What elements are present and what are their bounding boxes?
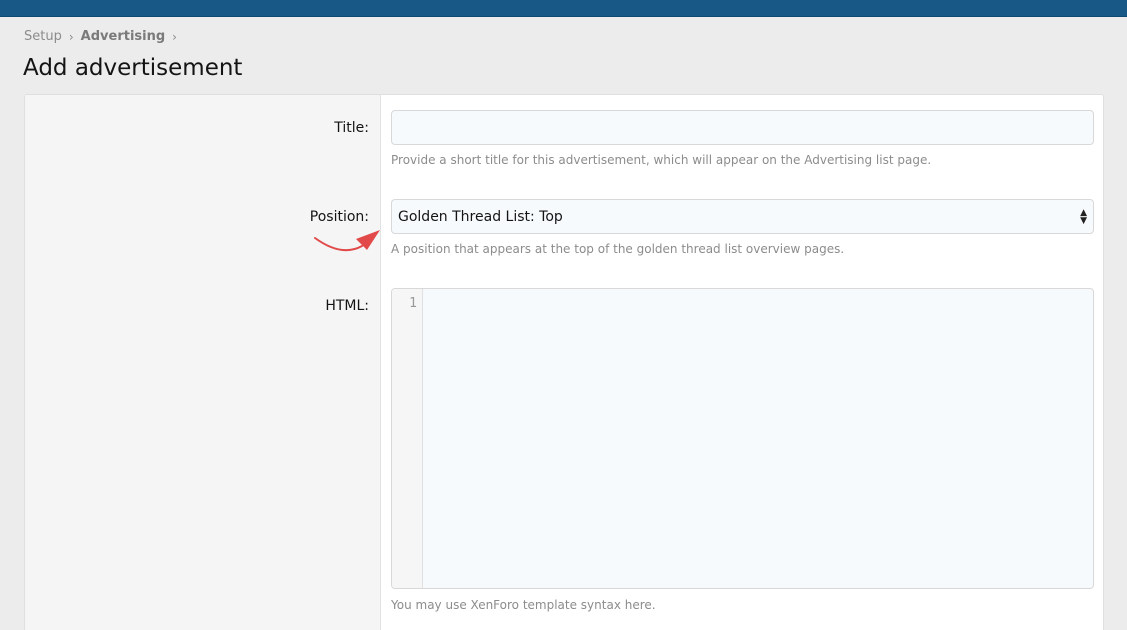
form-panel: Title: Provide a short title for this ad… bbox=[24, 94, 1104, 630]
title-hint: Provide a short title for this advertise… bbox=[391, 153, 932, 167]
top-header-bar bbox=[0, 0, 1127, 17]
html-hint: You may use XenForo template syntax here… bbox=[391, 598, 656, 612]
breadcrumb-advertising[interactable]: Advertising bbox=[81, 29, 166, 44]
html-label: HTML: bbox=[325, 298, 369, 314]
title-label: Title: bbox=[334, 120, 369, 136]
breadcrumb-separator-icon: › bbox=[68, 29, 74, 44]
page-title: Add advertisement bbox=[23, 55, 243, 81]
annotation-arrow-icon bbox=[314, 230, 380, 252]
title-input[interactable] bbox=[391, 110, 1094, 145]
position-hint: A position that appears at the top of th… bbox=[391, 242, 845, 256]
breadcrumb-separator-icon: › bbox=[172, 29, 177, 44]
position-label: Position: bbox=[309, 209, 369, 225]
position-select[interactable]: Golden Thread List: Top ▲ ▼ bbox=[391, 199, 1094, 234]
breadcrumb: Setup › Advertising › bbox=[24, 29, 184, 44]
position-select-value: Golden Thread List: Top bbox=[398, 208, 563, 225]
line-number-gutter: 1 bbox=[392, 289, 423, 588]
html-code-editor[interactable]: 1 bbox=[391, 288, 1094, 589]
breadcrumb-setup[interactable]: Setup bbox=[24, 29, 62, 44]
form-label-column bbox=[25, 95, 381, 630]
line-number: 1 bbox=[409, 296, 417, 311]
select-updown-arrows-icon: ▲ ▼ bbox=[1080, 208, 1087, 226]
